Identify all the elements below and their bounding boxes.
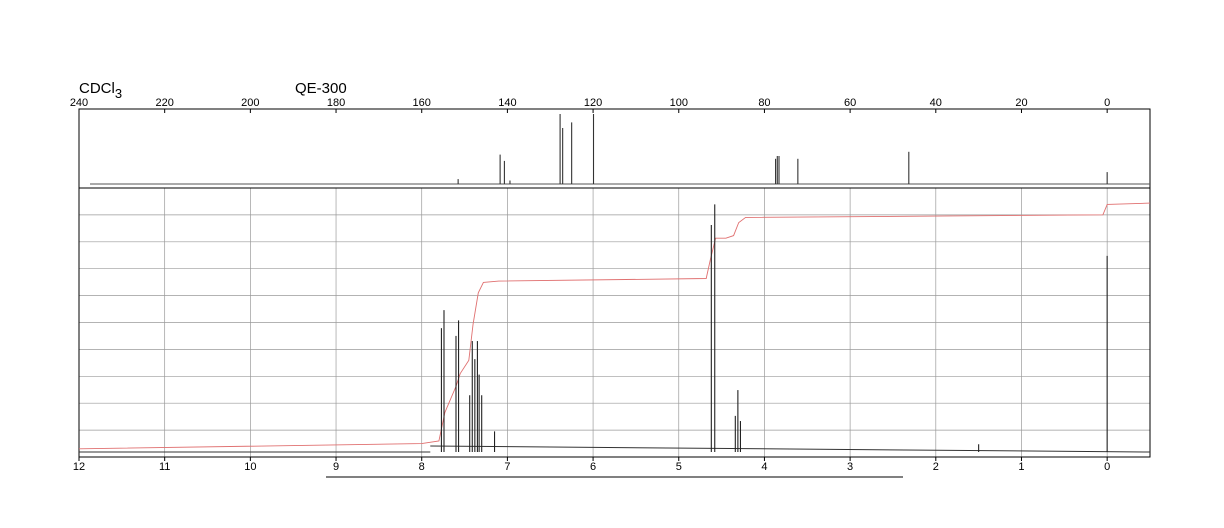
c13-tick-label: 40 bbox=[930, 97, 942, 109]
c13-spectrum-panel: 240 220 200 180 160 140 120 100 80 60 40 20 0 bbox=[70, 97, 1151, 189]
c13-tick-label: 180 bbox=[327, 97, 345, 109]
h1-tick-label: 11 bbox=[159, 461, 170, 473]
h1-tick-label: 12 bbox=[73, 461, 85, 473]
c13-frame bbox=[78, 108, 1151, 189]
h1-tick-label: 0 bbox=[1104, 461, 1110, 473]
h1-tick-label: 5 bbox=[676, 461, 682, 473]
c13-tick-label: 100 bbox=[670, 97, 688, 109]
instrument-label: QE-300 bbox=[295, 80, 347, 97]
h1-tick-label: 10 bbox=[244, 461, 256, 473]
h1-tick-label: 1 bbox=[1018, 461, 1024, 473]
h1-baseline bbox=[430, 445, 1151, 453]
c13-tick-label: 120 bbox=[584, 97, 602, 109]
c13-tick-label: 160 bbox=[413, 97, 431, 109]
h1-tick-label: 3 bbox=[847, 461, 853, 473]
c13-tick-label: 200 bbox=[241, 97, 259, 109]
c13-tick-label: 20 bbox=[1015, 97, 1027, 109]
c13-tick-label: 140 bbox=[498, 97, 516, 109]
c13-tick-label: 80 bbox=[758, 97, 770, 109]
h1-integral-curve bbox=[78, 202, 1151, 450]
h1-tick-label: 6 bbox=[590, 461, 596, 473]
c13-tick-label: 220 bbox=[156, 97, 174, 109]
c13-tick-label: 240 bbox=[70, 97, 88, 109]
c13-tick-label: 60 bbox=[844, 97, 856, 109]
h1-tick-label: 2 bbox=[933, 461, 939, 473]
c13-tick-label: 0 bbox=[1104, 97, 1110, 109]
h1-tick-label: 9 bbox=[333, 461, 339, 473]
h1-tick-label: 4 bbox=[761, 461, 767, 473]
nmr-spectrum: CDCl3 QE-300 240 220 200 180 160 140 120 100 80 6… bbox=[70, 80, 1151, 478]
h1-tick-label: 8 bbox=[419, 461, 425, 473]
h1-tick-label: 7 bbox=[504, 461, 510, 473]
h1-spectrum-panel: 12 11 10 9 8 7 6 5 4 3 2 1 0 bbox=[73, 187, 1151, 473]
